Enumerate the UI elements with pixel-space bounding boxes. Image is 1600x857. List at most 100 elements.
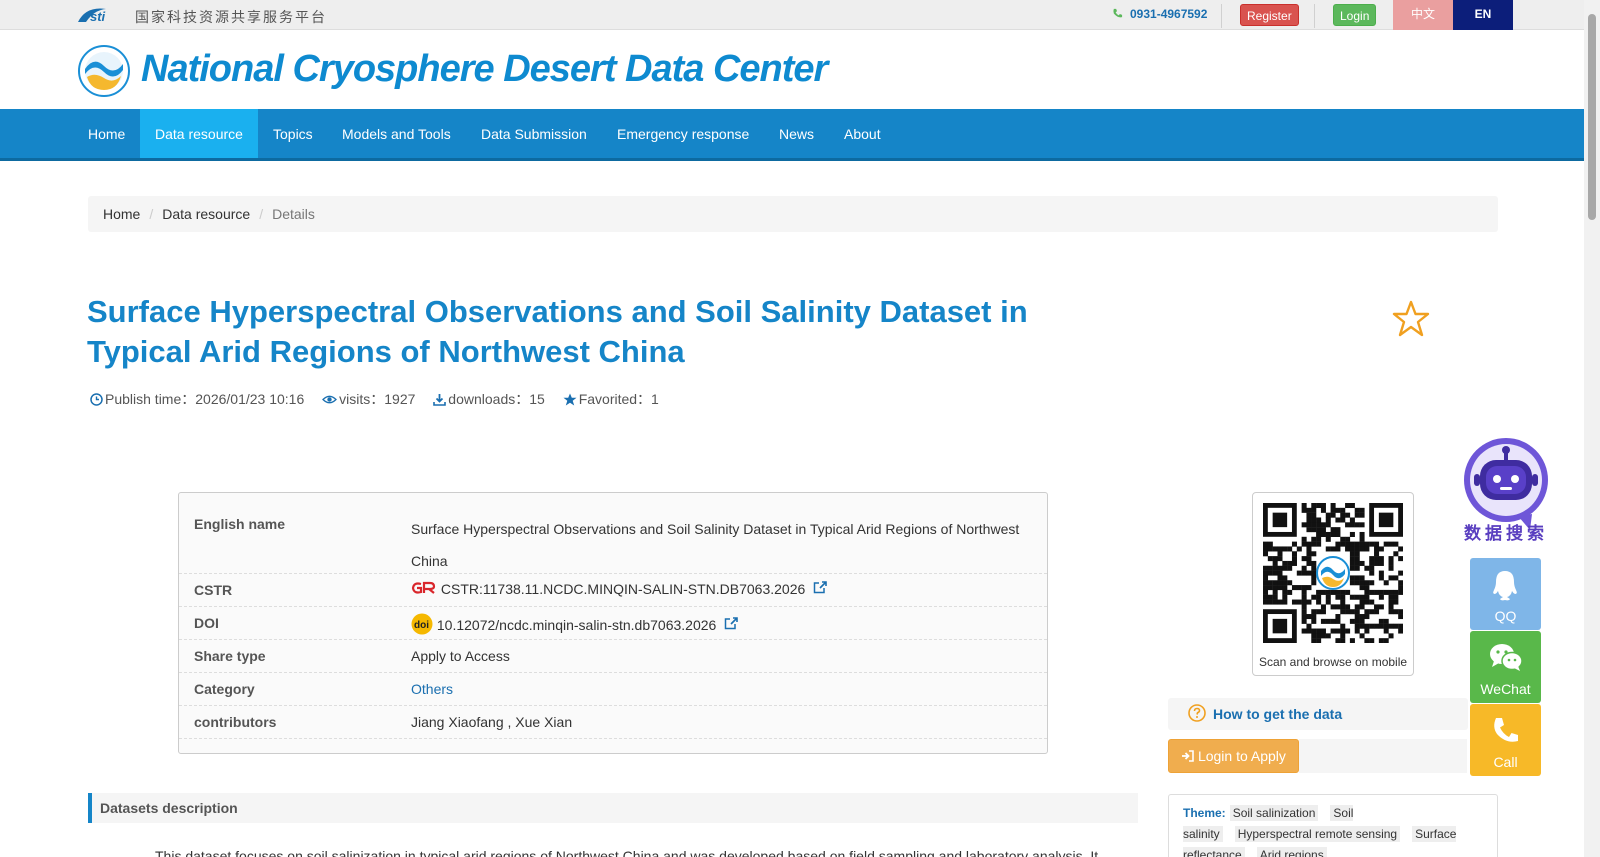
apply-row-background xyxy=(1299,739,1467,773)
how-to-get-data-label[interactable]: How to get the data xyxy=(1213,706,1342,722)
info-row-cstr: CSTR CSTR:11738.11.NCDC.MINQIN-SALIN-STN… xyxy=(179,574,1047,607)
svg-text:sti: sti xyxy=(90,9,106,24)
page-scrollbar[interactable] xyxy=(1584,0,1600,857)
description-text: This dataset focuses on soil salinizatio… xyxy=(155,848,1099,857)
qq-button[interactable]: QQ xyxy=(1470,558,1541,630)
english-name-label: English name xyxy=(194,516,286,532)
info-row-category: Category Others xyxy=(179,673,1047,706)
page-title: Surface Hyperspectral Observations and S… xyxy=(87,294,1028,369)
question-icon xyxy=(1188,704,1206,722)
wechat-label: WeChat xyxy=(1480,681,1531,697)
call-button[interactable]: Call xyxy=(1470,704,1541,776)
dataset-meta: Publish time：2026/01/23 10:16 visits：192… xyxy=(90,389,673,409)
wechat-button[interactable]: WeChat xyxy=(1470,631,1541,703)
publish-time: Publish time：2026/01/23 10:16 xyxy=(90,389,304,409)
contributors-label: contributors xyxy=(194,714,277,730)
cstr-value[interactable]: CSTR:11738.11.NCDC.MINQIN-SALIN-STN.DB70… xyxy=(441,581,805,597)
nav-item-about[interactable]: About xyxy=(829,109,896,158)
qr-code-image xyxy=(1263,503,1403,643)
nav-item-news[interactable]: News xyxy=(764,109,829,158)
share-type-label: Share type xyxy=(194,648,266,664)
doi-value[interactable]: 10.12072/ncdc.minqin-salin-stn.db7063.20… xyxy=(437,617,716,633)
downloads-text: downloads：15 xyxy=(448,391,545,407)
theme-panel: Theme: Soil salinization Soil salinity Hype… xyxy=(1168,794,1498,857)
phone-icon xyxy=(1113,8,1123,18)
share-type-value: Apply to Access xyxy=(411,648,510,664)
call-label: Call xyxy=(1493,754,1518,770)
cstr-logo-icon xyxy=(411,581,436,594)
lang-english-button[interactable]: EN xyxy=(1453,0,1513,30)
nav-item-data-resource[interactable]: Data resource xyxy=(140,109,258,158)
nav-item-emergency-response[interactable]: Emergency response xyxy=(602,109,764,158)
clock-icon xyxy=(90,392,103,406)
doi-logo-icon: doi xyxy=(411,613,433,635)
nav-item-home[interactable]: Home xyxy=(73,109,140,158)
theme-tag[interactable]: Hyperspectral remote sensing xyxy=(1234,826,1401,842)
nav-item-topics[interactable]: Topics xyxy=(258,109,328,158)
main-nav: Home Data resource Topics Models and Too… xyxy=(0,109,1584,161)
description-heading-label: Datasets description xyxy=(100,800,238,816)
downloads: downloads：15 xyxy=(433,389,545,409)
dataset-info-table: English name Surface Hyperspectral Obser… xyxy=(178,492,1048,754)
login-button[interactable]: Login xyxy=(1333,4,1377,26)
eye-icon xyxy=(322,395,338,403)
nav-item-models-and-tools[interactable]: Models and Tools xyxy=(327,109,466,158)
publish-time-text: Publish time：2026/01/23 10:16 xyxy=(105,391,305,407)
qr-code-panel: Scan and browse on mobile xyxy=(1252,492,1414,676)
breadcrumb-separator: / xyxy=(149,206,154,222)
cstr-label: CSTR xyxy=(194,582,233,598)
phone-icon xyxy=(1494,718,1518,742)
phone-number[interactable]: 0931-4967592 xyxy=(1130,7,1207,21)
doi-label: DOI xyxy=(194,615,219,631)
theme-tag[interactable]: Arid regions xyxy=(1256,847,1327,857)
theme-tag[interactable]: Soil salinization xyxy=(1229,805,1319,821)
visits: visits：1927 xyxy=(322,389,415,409)
info-row-english-name: English name Surface Hyperspectral Obser… xyxy=(179,493,1047,574)
lang-chinese-button[interactable]: 中文 xyxy=(1393,0,1453,30)
divider xyxy=(1221,4,1222,28)
category-value-wrap: Others xyxy=(411,681,1031,697)
center-emblem-icon[interactable] xyxy=(77,44,131,98)
platform-name: 国家科技资源共享服务平台 xyxy=(135,10,327,26)
sign-in-icon xyxy=(1182,750,1194,762)
info-row-contributors: contributors Jiang Xiaofang , Xue Xian xyxy=(179,706,1047,739)
login-to-apply-button[interactable]: Login to Apply xyxy=(1168,739,1299,773)
doi-value-wrap: doi 10.12072/ncdc.minqin-salin-stn.db706… xyxy=(411,613,1031,635)
breadcrumb-home[interactable]: Home xyxy=(103,206,140,222)
info-row-share-type: Share type Apply to Access xyxy=(179,640,1047,673)
external-link-icon[interactable] xyxy=(724,617,739,630)
breadcrumb-data-resource[interactable]: Data resource xyxy=(162,206,250,222)
breadcrumb-separator: / xyxy=(259,206,264,222)
data-search-label[interactable]: 数据搜索 xyxy=(1458,519,1554,544)
theme-label: Theme: xyxy=(1183,806,1226,820)
wechat-icon xyxy=(1490,644,1523,671)
breadcrumb: Home / Data resource / Details xyxy=(88,196,1498,232)
external-link-icon[interactable] xyxy=(813,581,827,594)
site-title[interactable]: National Cryosphere Desert Data Center xyxy=(141,48,828,91)
download-icon xyxy=(433,393,447,406)
qq-label: QQ xyxy=(1494,608,1517,624)
login-to-apply-label: Login to Apply xyxy=(1197,748,1286,764)
top-bar: sti 国家科技资源共享服务平台 0931-4967592 Register L… xyxy=(0,0,1584,30)
cstr-value-wrap: CSTR:11738.11.NCDC.MINQIN-SALIN-STN.DB70… xyxy=(411,581,1031,597)
register-button[interactable]: Register xyxy=(1240,4,1299,26)
info-row-doi: DOI doi 10.12072/ncdc.minqin-salin-stn.d… xyxy=(179,607,1047,640)
visits-text: visits：1927 xyxy=(339,391,416,407)
category-label: Category xyxy=(194,681,255,697)
description-heading: Datasets description xyxy=(88,793,1138,823)
english-name-value: Surface Hyperspectral Observations and S… xyxy=(411,521,1020,569)
favorite-star-icon[interactable] xyxy=(1392,300,1430,338)
favorited: Favorited：1 xyxy=(563,389,659,409)
category-link[interactable]: Others xyxy=(411,681,453,697)
nav-item-data-submission[interactable]: Data Submission xyxy=(466,109,602,158)
qr-caption: Scan and browse on mobile xyxy=(1258,655,1408,669)
how-to-get-data[interactable]: How to get the data xyxy=(1168,698,1468,730)
scrollbar-thumb[interactable] xyxy=(1588,14,1596,220)
breadcrumb-current: Details xyxy=(272,206,315,222)
divider xyxy=(1314,4,1315,28)
star-icon xyxy=(563,393,577,405)
contributors-value: Jiang Xiaofang , Xue Xian xyxy=(411,714,573,730)
favorited-text: Favorited：1 xyxy=(578,391,659,407)
qq-icon xyxy=(1493,571,1517,601)
nsti-logo-icon[interactable]: sti xyxy=(76,5,128,25)
